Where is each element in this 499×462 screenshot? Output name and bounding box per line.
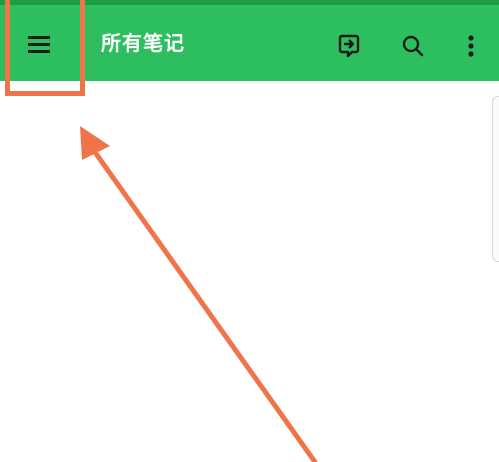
scroll-edge-handle[interactable] [492,96,499,262]
annotation-highlight-box [5,0,85,96]
notes-list-area [0,81,499,462]
sync-icon [338,34,360,58]
sync-button[interactable] [334,31,364,61]
more-options-button[interactable] [458,31,484,61]
more-vert-icon [468,35,474,57]
page-title: 所有笔记 [101,31,185,55]
screen: 所有笔记 [0,0,499,462]
search-icon [402,35,424,57]
search-button[interactable] [398,31,428,61]
